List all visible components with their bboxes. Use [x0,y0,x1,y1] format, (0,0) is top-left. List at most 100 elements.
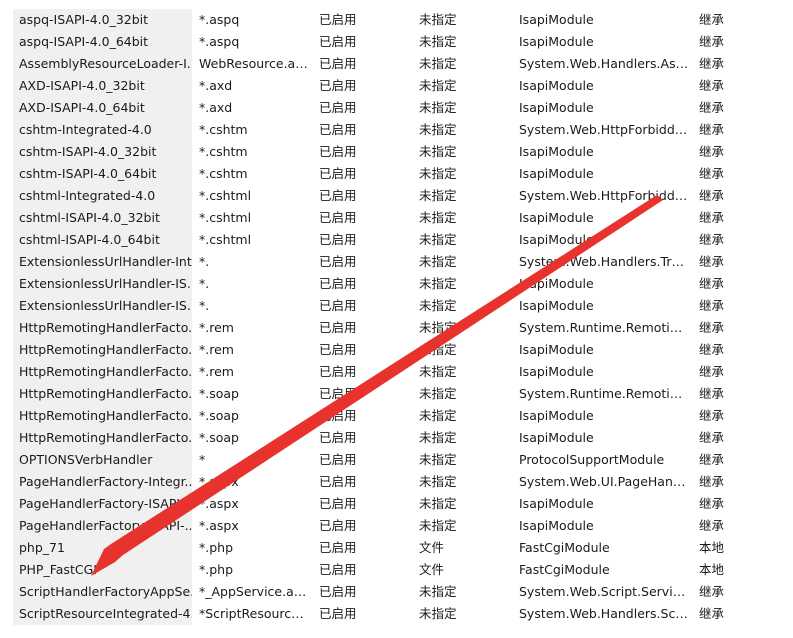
table-row[interactable]: AssemblyResourceLoader-I... WebResource.a… [0,53,793,75]
handler-name: cshtml-Integrated-4.0 [13,185,192,207]
table-row[interactable]: HttpRemotingHandlerFacto... *.soap 已启用 未指定 I… [0,427,793,449]
handler-entry-type: 继承 [699,430,725,445]
handler-path: * [199,452,206,467]
table-row[interactable]: cshtml-ISAPI-4.0_32bit *.cshtml 已启用 未指定 Isap… [0,207,793,229]
table-row[interactable]: PHP_FastCGI *.php 已启用 文件 FastCgiModule 本地 [0,559,793,581]
table-row[interactable]: PageHandlerFactory-ISAPI-... *.aspx 已启用 未指定… [0,515,793,537]
table-row[interactable]: AXD-ISAPI-4.0_64bit *.axd 已启用 未指定 IsapiModul… [0,97,793,119]
handler-entry-type: 继承 [699,408,725,423]
handler-state: 已启用 [319,496,357,511]
handler-entry-type: 继承 [699,78,725,93]
table-row[interactable]: HttpRemotingHandlerFacto... *.rem 已启用 未指定 Is… [0,361,793,383]
handler-path-type: 未指定 [419,496,457,511]
handler-path: *.soap [199,430,239,445]
handler-name: ScriptResourceIntegrated-4.0 [13,603,192,625]
table-row[interactable]: php_71 *.php 已启用 文件 FastCgiModule 本地 [0,537,793,559]
table-row[interactable]: PageHandlerFactory-ISAPI-... *.aspx 已启用 未指定… [0,493,793,515]
handler-name: cshtm-ISAPI-4.0_64bit [13,163,192,185]
table-row[interactable]: ExtensionlessUrlHandler-IS... *. 已启用 未指定 Isa… [0,273,793,295]
handler-entry-type: 继承 [699,364,725,379]
handler-path: *. [199,254,210,269]
handler-state: 已启用 [319,540,357,555]
handler-state: 已启用 [319,188,357,203]
handler-name: cshtml-ISAPI-4.0_64bit [13,229,192,251]
handler-name: ExtensionlessUrlHandler-IS... [13,273,192,295]
handler-path-type: 未指定 [419,364,457,379]
handler-state: 已启用 [319,276,357,291]
handler-entry-type: 本地 [699,540,725,555]
table-row[interactable]: HttpRemotingHandlerFacto... *.rem 已启用 未指定 Is… [0,339,793,361]
table-row[interactable]: aspq-ISAPI-4.0_32bit *.aspq 已启用 未指定 IsapiMod… [0,9,793,31]
handler-path-type: 未指定 [419,606,457,621]
table-row[interactable]: ExtensionlessUrlHandler-IS... *. 已启用 未指定 Isa… [0,295,793,317]
table-row[interactable]: ExtensionlessUrlHandler-Int... *. 已启用 未指定 Sy… [0,251,793,273]
handler-module: IsapiModule [519,12,594,27]
handler-state: 已启用 [319,342,357,357]
handler-path-type: 未指定 [419,100,457,115]
handler-name: HttpRemotingHandlerFacto... [13,317,192,339]
handler-path-type: 未指定 [419,122,457,137]
handler-name: HttpRemotingHandlerFacto... [13,339,192,361]
handler-name: php_71 [13,537,192,559]
handler-name: HttpRemotingHandlerFacto... [13,405,192,427]
handler-module: IsapiModule [519,166,594,181]
handler-module: FastCgiModule [519,540,610,555]
handler-module: System.Web.Script.Services... [519,584,689,599]
table-row[interactable]: ScriptResourceIntegrated-4.0 *ScriptResou… [0,603,793,625]
table-row[interactable]: cshtm-Integrated-4.0 *.cshtm 已启用 未指定 System.… [0,119,793,141]
table-row[interactable]: cshtm-ISAPI-4.0_32bit *.cshtm 已启用 未指定 IsapiM… [0,141,793,163]
table-row[interactable]: HttpRemotingHandlerFacto... *.soap 已启用 未指定 I… [0,405,793,427]
handler-module: IsapiModule [519,342,594,357]
handler-path-type: 未指定 [419,144,457,159]
table-row[interactable]: cshtm-ISAPI-4.0_64bit *.cshtm 已启用 未指定 IsapiM… [0,163,793,185]
handler-state: 已启用 [319,364,357,379]
handler-path-type: 未指定 [419,518,457,533]
handler-state: 已启用 [319,78,357,93]
table-row[interactable]: aspq-ISAPI-4.0_64bit *.aspq 已启用 未指定 IsapiMod… [0,31,793,53]
handler-module: IsapiModule [519,34,594,49]
table-row[interactable]: HttpRemotingHandlerFacto... *.rem 已启用 未指定 Sy… [0,317,793,339]
handler-name: HttpRemotingHandlerFacto... [13,427,192,449]
handler-entry-type: 继承 [699,12,725,27]
handler-state: 已启用 [319,166,357,181]
table-row[interactable]: cshtml-ISAPI-4.0_64bit *.cshtml 已启用 未指定 Isap… [0,229,793,251]
handler-path-type: 未指定 [419,56,457,71]
handler-name: AssemblyResourceLoader-I... [13,53,192,75]
handler-path-type: 未指定 [419,474,457,489]
handler-path-type: 未指定 [419,386,457,401]
table-row[interactable]: AXD-ISAPI-4.0_32bit *.axd 已启用 未指定 IsapiModul… [0,75,793,97]
handler-path: *_AppService.axd [199,584,309,599]
handler-path: *.cshtm [199,122,248,137]
handler-module: IsapiModule [519,78,594,93]
handler-name: HttpRemotingHandlerFacto... [13,383,192,405]
handler-path: *.aspx [199,474,239,489]
table-row[interactable]: OPTIONSVerbHandler * 已启用 未指定 ProtocolSupport… [0,449,793,471]
handler-name: ExtensionlessUrlHandler-Int... [13,251,192,273]
handler-entry-type: 继承 [699,166,725,181]
handler-path: *.php [199,562,234,577]
handler-path-type: 未指定 [419,232,457,247]
handler-module: System.Web.Handlers.Asse... [519,56,689,71]
handler-state: 已启用 [319,452,357,467]
handler-entry-type: 继承 [699,34,725,49]
handler-path: *.php [199,540,234,555]
table-row[interactable]: ScriptHandlerFactoryAppSe... *_AppService… [0,581,793,603]
handler-state: 已启用 [319,254,357,269]
handler-state: 已启用 [319,122,357,137]
handler-path: *.cshtml [199,232,252,247]
handler-path: *ScriptResource.... [199,606,309,621]
handler-path: *. [199,298,210,313]
handler-module: System.Web.Handlers.Scrip... [519,606,689,621]
handler-state: 已启用 [319,474,357,489]
handler-entry-type: 继承 [699,474,725,489]
table-row[interactable]: HttpRemotingHandlerFacto... *.soap 已启用 未指定 S… [0,383,793,405]
table-row[interactable]: cshtml-Integrated-4.0 *.cshtml 已启用 未指定 Syste… [0,185,793,207]
handler-name: ExtensionlessUrlHandler-IS... [13,295,192,317]
handler-module: System.Web.Handlers.Tran... [519,254,689,269]
handler-path-type: 未指定 [419,78,457,93]
table-row[interactable]: PageHandlerFactory-Integr... *.aspx 已启用 未指定… [0,471,793,493]
handler-entry-type: 继承 [699,452,725,467]
handler-entry-type: 继承 [699,100,725,115]
handler-path-type: 未指定 [419,452,457,467]
handler-entry-type: 继承 [699,254,725,269]
